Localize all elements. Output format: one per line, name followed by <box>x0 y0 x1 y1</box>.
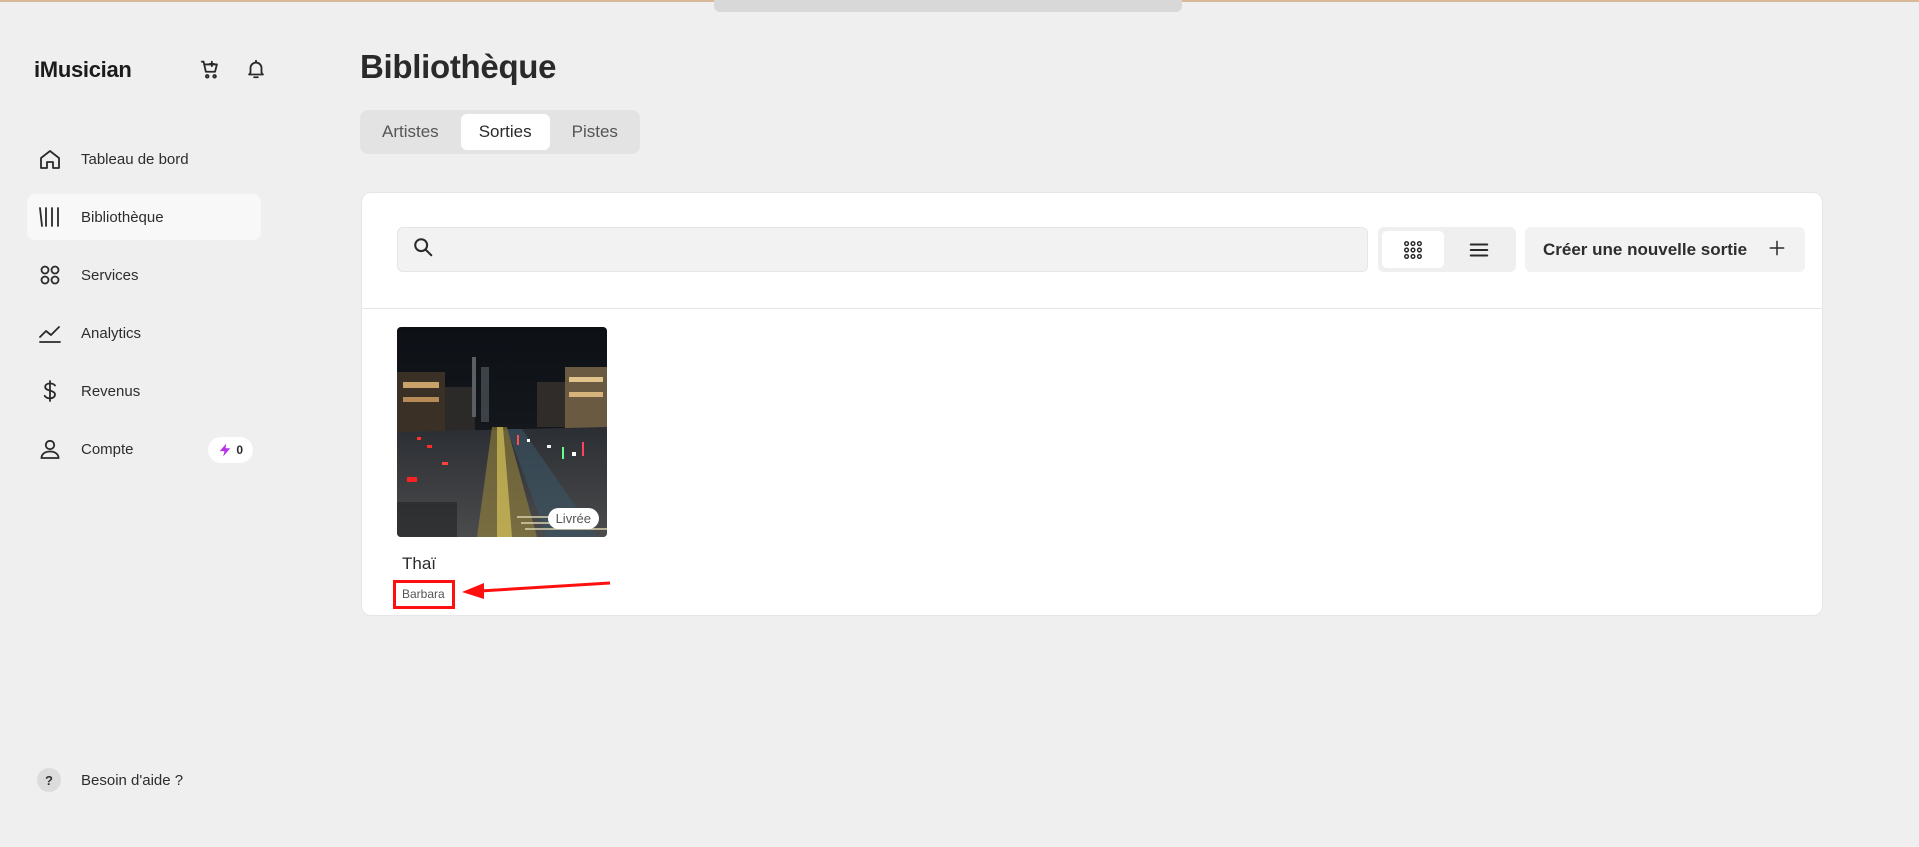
release-artist-wrap: Barbara <box>393 580 457 609</box>
view-toggle <box>1378 227 1516 272</box>
analytics-icon <box>37 320 63 346</box>
sidebar-item-analytics[interactable]: Analytics <box>27 310 261 356</box>
sidebar-item-label: Compte <box>81 440 134 458</box>
tab-artistes[interactable]: Artistes <box>364 114 457 150</box>
search-input[interactable] <box>444 228 1367 271</box>
search-icon <box>412 236 434 263</box>
annotation-arrow <box>462 581 611 599</box>
library-icon <box>37 204 63 230</box>
top-scrollbar[interactable] <box>714 0 1182 12</box>
tab-sorties[interactable]: Sorties <box>460 114 550 150</box>
sidebar-item-label: Analytics <box>81 324 142 342</box>
sidebar-item-label: Tableau de bord <box>81 150 189 168</box>
sidebar-item-label: Services <box>81 266 139 284</box>
release-artist[interactable]: Barbara <box>402 587 445 601</box>
sidebar-item-revenus[interactable]: Revenus <box>27 368 261 414</box>
page-title: Bibliothèque <box>360 48 557 85</box>
help-link[interactable]: ? Besoin d'aide ? <box>37 768 183 792</box>
services-icon <box>37 262 63 288</box>
sidebar-item-bibliotheque[interactable]: Bibliothèque <box>27 194 261 240</box>
sidebar-nav: Tableau de bord Bibliothèque Services An… <box>27 136 261 484</box>
search-bar[interactable] <box>397 227 1368 272</box>
release-title[interactable]: Thaï <box>402 554 607 574</box>
create-release-button[interactable]: Créer une nouvelle sortie <box>1525 227 1805 272</box>
list-icon <box>1469 242 1489 257</box>
library-tabs: Artistes Sorties Pistes <box>360 110 640 154</box>
sidebar-item-label: Bibliothèque <box>81 208 164 226</box>
releases-toolbar: Créer une nouvelle sortie <box>362 193 1822 309</box>
grid-icon <box>1404 240 1422 259</box>
cart-icon[interactable] <box>197 56 223 82</box>
sidebar-item-services[interactable]: Services <box>27 252 261 298</box>
create-release-label: Créer une nouvelle sortie <box>1543 239 1748 259</box>
brand-logo[interactable]: iMusician <box>34 57 132 83</box>
home-icon <box>37 146 63 172</box>
sidebar: iMusician Tableau de bord Bibliothèque S… <box>0 0 300 847</box>
question-icon: ? <box>37 768 61 792</box>
release-cover-image[interactable]: Livrée <box>397 327 607 537</box>
release-status-badge: Livrée <box>547 508 599 529</box>
list-view-button[interactable] <box>1448 231 1510 268</box>
bolt-icon <box>220 443 231 457</box>
user-icon <box>37 436 63 462</box>
dollar-icon <box>37 378 63 404</box>
bell-icon[interactable] <box>243 56 269 82</box>
tab-pistes[interactable]: Pistes <box>554 114 636 150</box>
release-card[interactable]: Livrée Thaï Barbara <box>393 327 607 609</box>
sidebar-item-compte[interactable]: Compte 0 <box>27 426 261 472</box>
plus-icon <box>1767 238 1787 263</box>
sidebar-item-label: Revenus <box>81 382 141 400</box>
help-label: Besoin d'aide ? <box>81 771 184 789</box>
releases-panel: Créer une nouvelle sortie Livrée Thaï Ba… <box>361 192 1823 616</box>
grid-view-button[interactable] <box>1382 231 1444 268</box>
credits-badge[interactable]: 0 <box>208 437 253 463</box>
credits-count: 0 <box>236 443 243 457</box>
sidebar-item-tableau-de-bord[interactable]: Tableau de bord <box>27 136 261 182</box>
